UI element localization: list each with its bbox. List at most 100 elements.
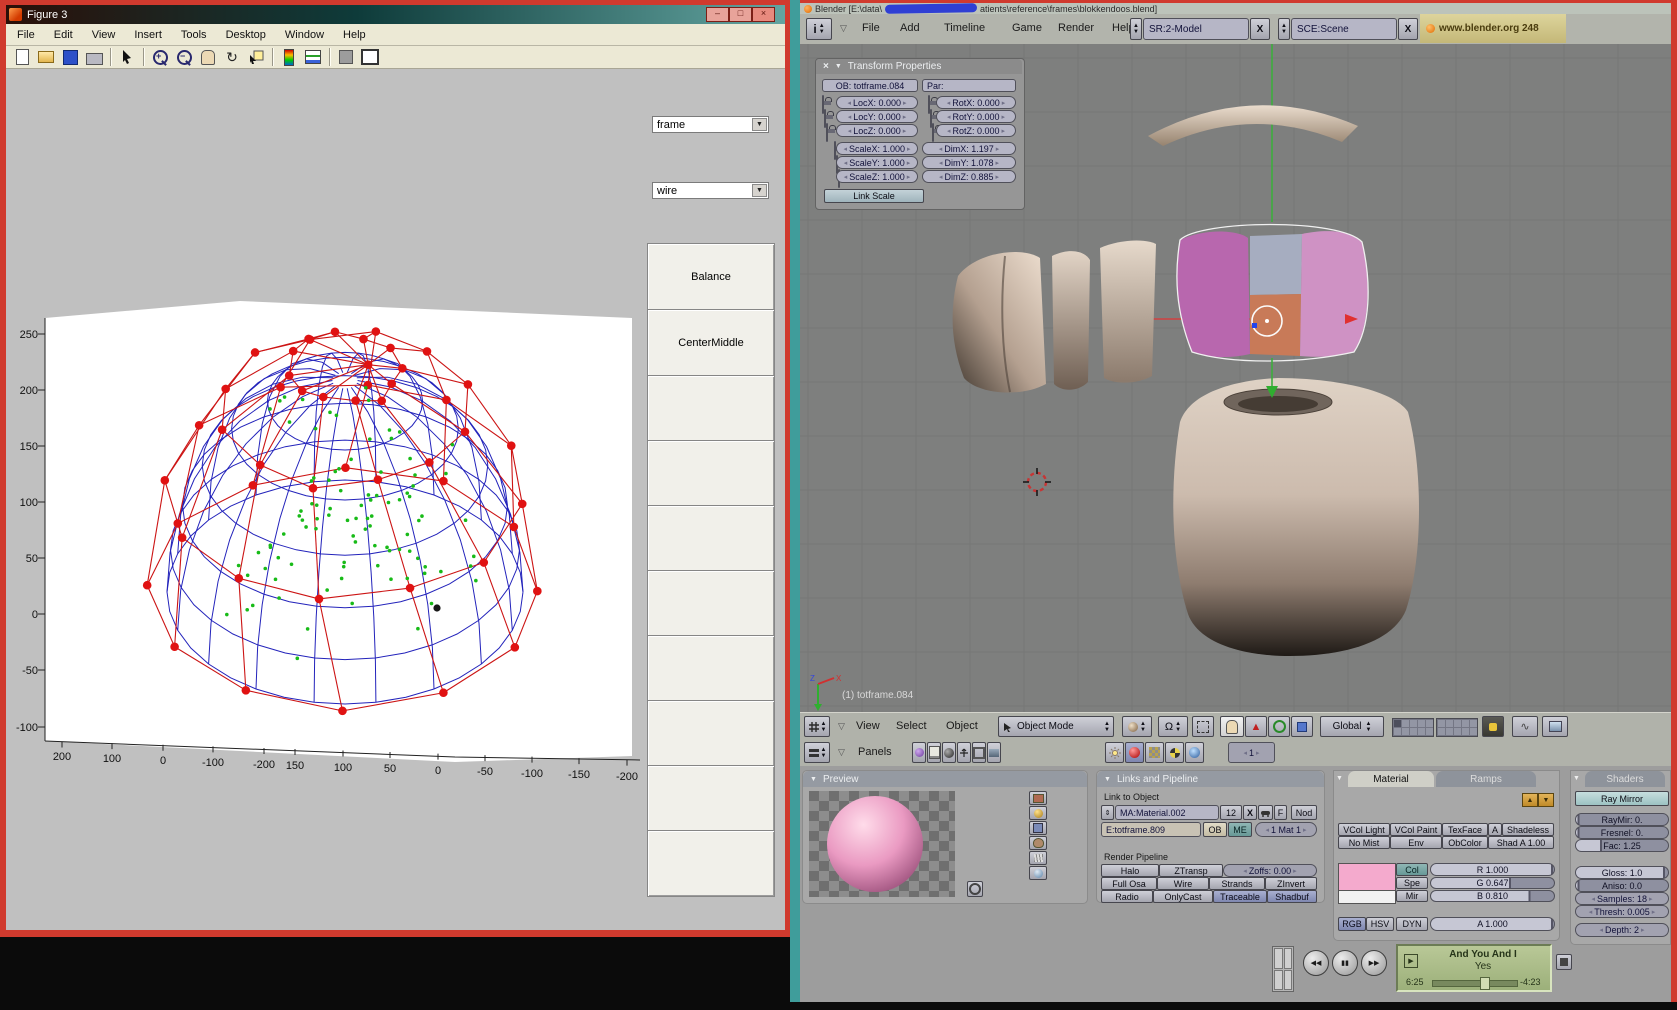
traceable-button[interactable]: Traceable [1213,890,1267,903]
mini-button[interactable] [1274,948,1283,969]
side-button-empty[interactable] [647,505,775,572]
lamp-subcontext-button[interactable] [1105,742,1124,763]
menu-add[interactable]: Add [900,22,920,34]
draw-type-dropdown[interactable]: ▲▼ [1122,716,1152,737]
snap-target-button[interactable] [1192,716,1214,737]
env-button[interactable]: Env [1390,836,1442,849]
ob-button[interactable]: OB [1203,822,1227,837]
object-left-block-2[interactable] [1052,251,1090,390]
move-up-button[interactable]: ▲ [1522,793,1538,807]
object-selected-multicolor-block[interactable] [1177,225,1368,362]
wire-button[interactable]: Wire [1157,877,1209,890]
links-panel-header[interactable]: ▼ Links and Pipeline [1097,771,1324,787]
data-cursor-icon[interactable] [246,48,266,67]
side-button-empty[interactable] [647,570,775,637]
editing-context-button[interactable] [972,742,986,763]
tab-material[interactable]: Material [1348,771,1434,787]
snap-magnet-button[interactable]: ∿ [1512,716,1538,737]
hsv-button[interactable]: HSV [1366,917,1394,931]
menu-file[interactable]: File [17,29,35,41]
samples-field[interactable]: ◂Samples: 18▸ [1575,892,1669,905]
texface-button[interactable]: TexFace [1442,823,1488,836]
radio-button[interactable]: Radio [1101,890,1153,903]
side-button-empty[interactable] [647,700,775,767]
spe-button[interactable]: Spe [1396,877,1428,889]
a-button[interactable]: A [1488,823,1502,836]
dyn-button[interactable]: DYN [1396,917,1428,931]
frame-number-field[interactable]: ◂1▸ [1228,742,1275,763]
shadeless-button[interactable]: Shadeless [1502,823,1554,836]
move-down-button[interactable]: ▼ [1538,793,1554,807]
object-thin-slab[interactable] [1100,241,1156,383]
mode-dropdown[interactable]: Object Mode ▲▼ [998,716,1114,737]
gloss-slider[interactable]: Gloss: 1.0 [1575,866,1669,879]
material-name-field[interactable]: MA:Material.002 [1115,805,1219,820]
seek-bar[interactable] [1432,980,1518,987]
mini-button[interactable] [1284,970,1293,991]
insert-legend-icon[interactable] [303,48,323,67]
zinvert-button[interactable]: ZInvert [1265,877,1317,890]
menu-desktop[interactable]: Desktop [226,29,266,41]
vcol-paint-button[interactable]: VCol Paint [1390,823,1442,836]
side-button-empty[interactable] [647,765,775,832]
panels-label[interactable]: Panels [858,746,892,758]
fac-slider[interactable]: Fac: 1.25 [1575,839,1669,852]
dimy-field[interactable]: ◂DimY: 1.078▸ [922,156,1016,169]
locy-field[interactable]: ◂LocY: 0.000▸ [836,110,918,123]
scalez-field[interactable]: ◂ScaleZ: 1.000▸ [836,170,918,183]
blender-titlebar[interactable]: Blender [E:\data\ atients\reference\fram… [800,3,1671,14]
fresnel-slider[interactable]: Fresnel: 0. [1575,826,1669,839]
frame-dropdown[interactable]: frame ▼ [652,116,769,133]
manipulator-translate-button[interactable]: ▲ [1245,716,1267,737]
seek-thumb[interactable] [1480,977,1490,990]
pause-button[interactable]: ▮▮ [1332,950,1358,976]
preview-hair-button[interactable] [1029,851,1047,865]
specular-color-swatch[interactable] [1338,890,1396,904]
rotz-field[interactable]: ◂RotZ: 0.000▸ [936,124,1016,137]
link-scale-button[interactable]: Link Scale [824,189,924,203]
screen-selector[interactable]: SR:2-Model [1143,18,1249,40]
mesh-name-field[interactable]: E:totframe.809 [1101,822,1201,837]
fake-user-button[interactable]: F [1274,805,1287,820]
proportional-edit-button[interactable]: Ω ▲▼ [1158,716,1188,737]
side-button-empty[interactable] [647,635,775,702]
tab-ramps[interactable]: Ramps [1436,771,1536,787]
layer-grid-2[interactable] [1436,718,1478,737]
rgb-button[interactable]: RGB [1338,917,1366,931]
menu-window[interactable]: Window [285,29,324,41]
preview-sky-button[interactable] [1029,866,1047,880]
chevron-down-icon[interactable]: ▼ [752,184,767,197]
window-type-button[interactable]: i▲▼ [806,18,832,40]
r-slider[interactable]: R 1.000 [1430,863,1555,876]
manipulator-rotate-button[interactable] [1268,716,1290,737]
shadbuf-button[interactable]: Shadbuf [1267,890,1317,903]
full-osa-button[interactable]: Full Osa [1101,877,1157,890]
object-container[interactable] [1173,378,1419,656]
render-preview-button[interactable] [1542,716,1568,737]
menu-edit[interactable]: Edit [54,29,73,41]
material-subcontext-button[interactable] [1125,742,1144,763]
new-figure-icon[interactable] [12,48,32,67]
menu-insert[interactable]: Insert [134,29,162,41]
preview-flat-button[interactable] [1029,791,1047,805]
depth-field[interactable]: ◂Depth: 2▸ [1575,923,1669,937]
viewport-3d[interactable]: X Z (1) totframe.084 × ▼ Transform Prope… [800,44,1671,712]
player-extra-button[interactable] [1556,954,1572,970]
menu-file[interactable]: File [862,22,880,34]
menu-view[interactable]: View [92,29,116,41]
minimize-button[interactable]: – [706,7,729,22]
vcol-light-button[interactable]: VCol Light [1338,823,1390,836]
preview-refresh-button[interactable] [967,881,983,897]
tab-shaders[interactable]: Shaders [1585,771,1665,787]
menu-game[interactable]: Game [1012,22,1042,34]
save-icon[interactable] [60,48,80,67]
aniso-slider[interactable]: Aniso: 0.0 [1575,879,1669,892]
locz-field[interactable]: ◂LocZ: 0.000▸ [836,124,918,137]
balance-button[interactable]: Balance [647,243,775,311]
preview-panel-header[interactable]: ▼ Preview [803,771,1087,787]
close-icon[interactable]: × [823,61,829,72]
pointer-icon[interactable] [117,48,137,67]
dimz-field[interactable]: ◂DimZ: 0.885▸ [922,170,1016,183]
viewport-menu-view[interactable]: View [856,720,880,732]
player-mini-panel[interactable] [1272,946,1294,992]
